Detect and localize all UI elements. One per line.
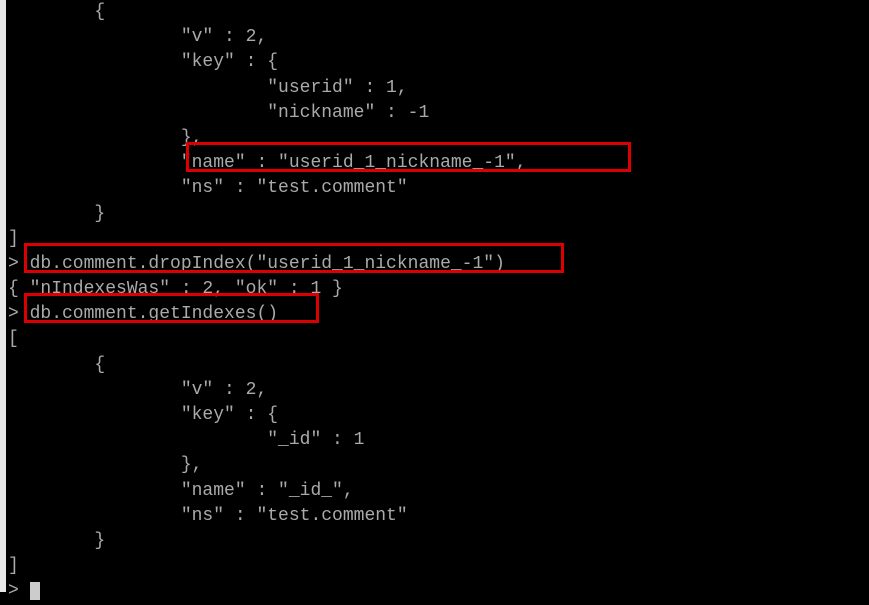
prompt-text: > xyxy=(8,581,30,601)
code-line: "v" : 2, xyxy=(8,25,869,50)
code-line: { xyxy=(8,0,869,25)
command-line: > db.comment.dropIndex("userid_1_nicknam… xyxy=(8,252,869,277)
code-line: } xyxy=(8,202,869,227)
code-line: "name" : "_id_", xyxy=(8,479,869,504)
command-line: > db.comment.getIndexes() xyxy=(8,302,869,327)
code-line: "key" : { xyxy=(8,403,869,428)
code-line: "ns" : "test.comment" xyxy=(8,504,869,529)
code-line: "name" : "userid_1_nickname_-1", xyxy=(8,151,869,176)
code-line: [ xyxy=(8,327,869,352)
code-line: { xyxy=(8,353,869,378)
code-line: }, xyxy=(8,126,869,151)
code-line: "v" : 2, xyxy=(8,378,869,403)
code-line: }, xyxy=(8,453,869,478)
code-line: "userid" : 1, xyxy=(8,76,869,101)
code-line: "nickname" : -1 xyxy=(8,101,869,126)
left-margin xyxy=(0,0,6,592)
terminal-output[interactable]: { "v" : 2, "key" : { "userid" : 1, "nick… xyxy=(8,0,869,605)
code-line: "key" : { xyxy=(8,50,869,75)
code-line: { "nIndexesWas" : 2, "ok" : 1 } xyxy=(8,277,869,302)
code-line: ] xyxy=(8,227,869,252)
code-line: "_id" : 1 xyxy=(8,428,869,453)
code-line: ] xyxy=(8,554,869,579)
code-line: } xyxy=(8,529,869,554)
code-line: "ns" : "test.comment" xyxy=(8,176,869,201)
cursor xyxy=(30,582,40,600)
